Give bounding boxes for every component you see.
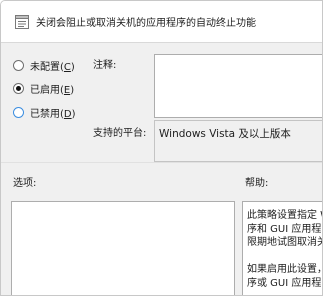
radio-label: 已启用(E)	[30, 84, 75, 96]
radio-disabled[interactable]: 已禁用(D)	[13, 104, 76, 120]
help-line: 如果启用此设置，	[247, 264, 323, 275]
help-line: 此策略设置指定 W	[247, 210, 323, 221]
section-divider	[1, 162, 322, 163]
help-text: 此策略设置指定 W 序和 GUI 应用程 限期地试图取消关 如果启用此设置， 序…	[247, 209, 323, 290]
policy-dialog: 关闭会阻止或取消关机的应用程序的自动终止功能 未配置(C) 已启用(E) 已禁用…	[0, 0, 323, 296]
radio-enabled[interactable]: 已启用(E)	[13, 80, 74, 96]
help-label: 帮助:	[245, 178, 269, 189]
radio-label: 未配置(C)	[30, 61, 75, 73]
options-panel[interactable]	[11, 201, 235, 295]
radio-label: 已禁用(D)	[30, 108, 76, 120]
radio-button[interactable]	[13, 59, 24, 71]
radio-button[interactable]	[13, 82, 24, 94]
supported-platforms-field: Windows Vista 及以上版本	[154, 120, 322, 162]
policy-setting-icon	[15, 15, 29, 29]
options-label: 选项:	[13, 178, 37, 189]
help-panel[interactable]: 此策略设置指定 W 序和 GUI 应用程 限期地试图取消关 如果启用此设置， 序…	[242, 201, 323, 295]
comment-label: 注释:	[93, 60, 117, 71]
help-line: 序和 GUI 应用程	[247, 223, 322, 235]
comment-textarea[interactable]	[154, 54, 322, 118]
help-line: 序或 GUI 应用程	[247, 277, 322, 289]
dialog-title: 关闭会阻止或取消关机的应用程序的自动终止功能	[36, 18, 256, 29]
radio-not-configured[interactable]: 未配置(C)	[13, 57, 75, 73]
supported-platforms-label: 支持的平台:	[93, 128, 147, 139]
dialog-header: 关闭会阻止或取消关机的应用程序的自动终止功能	[1, 1, 322, 43]
help-line	[247, 250, 322, 264]
help-line: 限期地试图取消关	[247, 237, 323, 248]
radio-button[interactable]	[13, 106, 24, 118]
supported-platforms-value: Windows Vista 及以上版本	[159, 128, 291, 140]
